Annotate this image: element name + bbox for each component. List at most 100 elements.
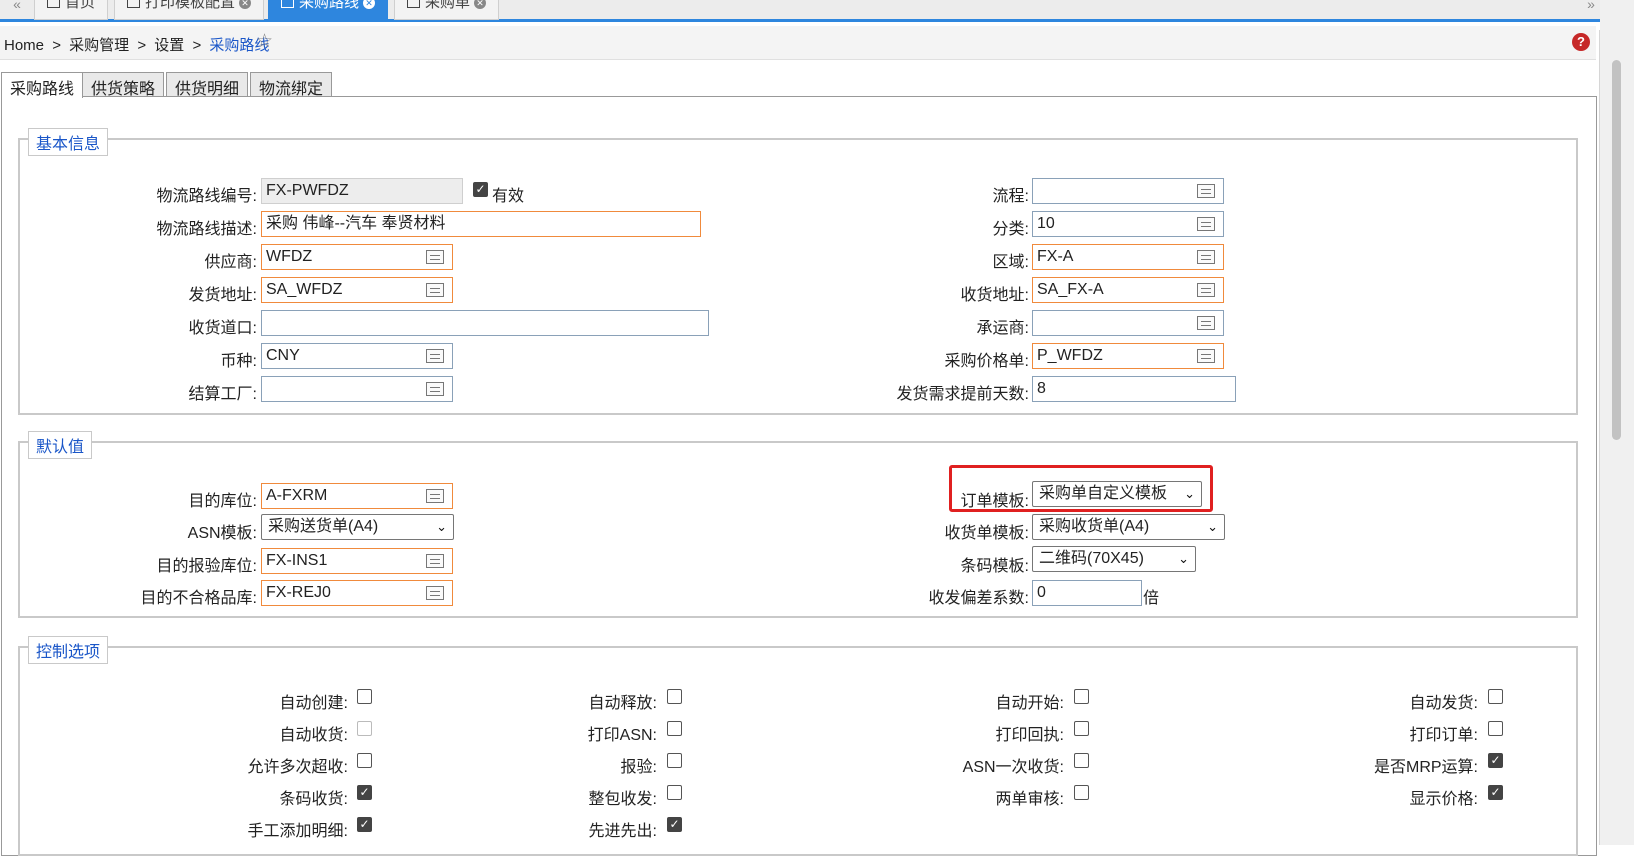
print-receipt-checkbox[interactable] [1074,721,1089,736]
manual-add-detail-checkbox[interactable]: ✓ [357,817,372,832]
section-legend: 控制选项 [28,636,109,664]
category-value: 10 [1037,215,1055,232]
auto-start-checkbox[interactable] [1074,689,1089,704]
flow-field[interactable] [1032,178,1224,204]
barcode-template-select[interactable]: 二维码(70X45) ⌄ [1032,546,1196,572]
crumb-home[interactable]: Home [4,37,44,54]
route-desc-field[interactable]: 采购 伟峰--汽车 奉贤材料 [261,211,701,237]
tab-purchase-route[interactable]: 采购路线 ✕ [268,0,389,20]
lead-days-field[interactable]: 8 [1032,376,1236,402]
currency-field[interactable]: CNY [261,343,453,369]
page-icon [281,0,294,8]
lookup-icon[interactable] [1197,283,1215,297]
help-icon[interactable]: ? [1572,33,1590,51]
print-asn-checkbox[interactable] [667,721,682,736]
settle-factory-field[interactable] [261,376,453,402]
reject-location-field[interactable]: FX-REJ0 [261,580,453,606]
tab-purchase-order[interactable]: 采购单 ✕ [394,0,500,20]
scrollbar-thumb[interactable] [1612,60,1621,440]
recv-address-label: 收货地址: [960,287,1029,304]
valid-checkbox[interactable]: ✓ [473,182,488,197]
recv-template-value: 采购收货单(A4) [1039,518,1150,535]
recv-address-field[interactable]: SA_FX-A [1032,277,1224,303]
lookup-icon[interactable] [426,554,444,568]
tab-supply-details[interactable]: 供货明细 [166,72,249,98]
category-field[interactable]: 10 [1032,211,1224,237]
dual-approval-label: 两单审核: [995,791,1064,808]
print-asn-label: 打印ASN: [587,727,657,744]
reject-location-value: FX-REJ0 [266,584,331,601]
tab-supply-strategy[interactable]: 供货策略 [82,72,165,98]
crumb-purchase-management[interactable]: 采购管理 [69,37,129,54]
asn-single-receive-checkbox[interactable] [1074,753,1089,768]
lookup-icon[interactable] [426,489,444,503]
ship-address-field[interactable]: SA_WFDZ [261,277,453,303]
supplier-field[interactable]: WFDZ [261,244,453,270]
tab-label: 采购单 [425,0,471,11]
route-code-label: 物流路线编号: [156,188,257,205]
flow-label: 流程: [992,188,1029,205]
lookup-icon[interactable] [1197,349,1215,363]
lookup-icon[interactable] [1197,217,1215,231]
chevron-down-icon: ⌄ [436,519,447,534]
dual-approval-checkbox[interactable] [1074,785,1089,800]
barcode-template-value: 二维码(70X45) [1039,550,1144,567]
allow-over-receive-checkbox[interactable] [357,753,372,768]
region-field[interactable]: FX-A [1032,244,1224,270]
supplier-value: WFDZ [266,248,313,265]
lookup-icon[interactable] [426,382,444,396]
lookup-icon[interactable] [426,283,444,297]
price-list-label: 采购价格单: [944,353,1029,370]
inspect-location-field[interactable]: FX-INS1 [261,548,453,574]
nav-left-icon[interactable]: « [6,0,28,18]
recv-template-label: 收货单模板: [944,525,1029,542]
auto-ship-checkbox[interactable] [1488,689,1503,704]
full-package-checkbox[interactable] [667,785,682,800]
mrp-calc-checkbox[interactable]: ✓ [1488,753,1503,768]
lookup-icon[interactable] [1197,184,1215,198]
currency-value: CNY [266,347,300,364]
dest-location-field[interactable]: A-FXRM [261,483,453,509]
close-icon[interactable]: ✕ [363,0,376,9]
mrp-calc-label: 是否MRP运算: [1373,759,1478,776]
print-order-checkbox[interactable] [1488,721,1503,736]
tab-purchase-route-detail[interactable]: 采购路线 [1,72,84,98]
show-price-checkbox[interactable]: ✓ [1488,785,1503,800]
vertical-scrollbar[interactable] [1600,0,1634,845]
ship-address-label: 发货地址: [188,287,257,304]
fifo-checkbox[interactable]: ✓ [667,817,682,832]
tab-print-template[interactable]: 打印模板配置 ✕ [114,0,265,20]
fifo-label: 先进先出: [588,823,657,840]
tab-logistics-binding[interactable]: 物流绑定 [250,72,333,98]
region-value: FX-A [1037,248,1074,265]
asn-single-receive-label: ASN一次收货: [962,759,1064,776]
star-icon[interactable]: ☆ [256,30,273,53]
lookup-icon[interactable] [426,349,444,363]
auto-create-checkbox[interactable] [357,689,372,704]
carrier-field[interactable] [1032,310,1224,336]
lookup-icon[interactable] [1197,250,1215,264]
tab-label: 首页 [65,0,96,11]
category-label: 分类: [992,221,1029,238]
supplier-label: 供应商: [204,254,257,271]
barcode-receive-checkbox[interactable]: ✓ [357,785,372,800]
lookup-icon[interactable] [1197,316,1215,330]
chevron-down-icon: ⌄ [1178,551,1189,566]
lookup-icon[interactable] [426,250,444,264]
route-desc-label: 物流路线描述: [156,221,257,238]
inspection-label: 报验: [620,759,657,776]
crumb-settings[interactable]: 设置 [154,37,184,54]
dock-field[interactable] [261,310,709,336]
tab-home[interactable]: 首页 [34,0,109,20]
section-legend: 默认值 [28,431,93,459]
deviation-field[interactable]: 0 [1032,580,1142,606]
close-icon[interactable]: ✕ [474,0,487,9]
recv-template-select[interactable]: 采购收货单(A4) ⌄ [1032,514,1225,540]
nav-right-icon[interactable]: » [1580,0,1602,18]
lookup-icon[interactable] [426,586,444,600]
price-list-field[interactable]: P_WFDZ [1032,343,1224,369]
asn-template-select[interactable]: 采购送货单(A4) ⌄ [261,514,454,540]
auto-release-checkbox[interactable] [667,689,682,704]
close-icon[interactable]: ✕ [239,0,252,9]
inspection-checkbox[interactable] [667,753,682,768]
